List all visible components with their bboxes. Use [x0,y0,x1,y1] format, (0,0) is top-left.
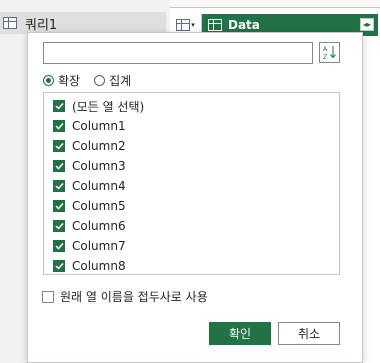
checkbox-checked[interactable] [53,100,65,112]
list-item-label: Column8 [72,259,126,273]
checkbox-checked[interactable] [53,200,65,212]
checkbox-checked[interactable] [53,260,65,272]
cancel-button[interactable]: 취소 [278,322,340,345]
check-icon [54,262,64,270]
radio-label: 확장 [58,73,81,88]
list-item-label: Column7 [72,239,126,253]
check-icon [54,242,64,250]
list-item-label: Column4 [72,179,126,193]
check-icon [54,142,64,150]
chevron-down-icon: ▾ [191,21,195,29]
svg-text:A: A [323,46,328,53]
search-input[interactable] [43,42,313,64]
list-item-label: Column2 [72,139,126,153]
list-item[interactable]: Column4 [44,176,339,196]
list-item[interactable]: Column5 [44,196,339,216]
checkbox-checked[interactable] [53,160,65,172]
check-icon [54,222,64,230]
table-icon [3,17,17,29]
checkbox-checked[interactable] [53,220,65,232]
list-item-label: Column5 [72,199,126,213]
list-item[interactable]: Column8 [44,256,339,276]
check-icon [54,162,64,170]
radio-label: 집계 [109,73,132,88]
list-item-label: (모든 열 선택) [72,99,145,114]
radio-indicator [94,74,106,86]
list-item-label: Column3 [72,159,126,173]
checkbox-checked[interactable] [53,180,65,192]
prefix-option-label: 원래 열 이름을 접두사로 사용 [60,290,208,304]
mode-radio-group: 확장 집계 [43,71,145,89]
column-list: (모든 열 선택) Column1 Column2 Column3 Column… [43,92,340,275]
checkbox-checked[interactable] [53,140,65,152]
list-item[interactable]: Column6 [44,216,339,236]
list-item[interactable]: Column1 [44,116,339,136]
checkbox-checked[interactable] [53,120,65,132]
grid-top-border [170,0,380,8]
expand-columns-popup: A Z 확장 집계 (모든 열 선택) Column1 Column2 Colu… [27,32,363,363]
checkbox-unchecked[interactable] [42,290,54,303]
expand-column-icon[interactable]: ◂▸ [360,18,374,31]
svg-text:Z: Z [323,54,327,60]
check-icon [54,102,64,110]
check-icon [54,122,64,130]
checkbox-checked[interactable] [53,240,65,252]
list-item-label: Column1 [72,119,126,133]
list-item-select-all[interactable]: (모든 열 선택) [44,96,339,116]
prefix-option[interactable]: 원래 열 이름을 접두사로 사용 [42,288,208,305]
table-icon [208,19,222,31]
query-name: 쿼리1 [25,17,58,33]
list-item[interactable]: Column2 [44,136,339,156]
ok-button[interactable]: 확인 [209,322,271,345]
sort-az-icon: A Z [323,46,336,60]
list-item[interactable]: Column3 [44,156,339,176]
check-icon [54,182,64,190]
sort-az-button[interactable]: A Z [319,42,340,63]
radio-aggregate[interactable]: 집계 [94,72,131,89]
list-item-label: Column6 [72,219,126,233]
column-header-label: Data [228,18,260,32]
list-item[interactable]: Column7 [44,236,339,256]
check-icon [54,202,64,210]
radio-expand[interactable]: 확장 [43,72,80,89]
query-item[interactable]: 쿼리1 [0,12,166,34]
radio-indicator [43,74,54,86]
table-icon [176,19,191,31]
